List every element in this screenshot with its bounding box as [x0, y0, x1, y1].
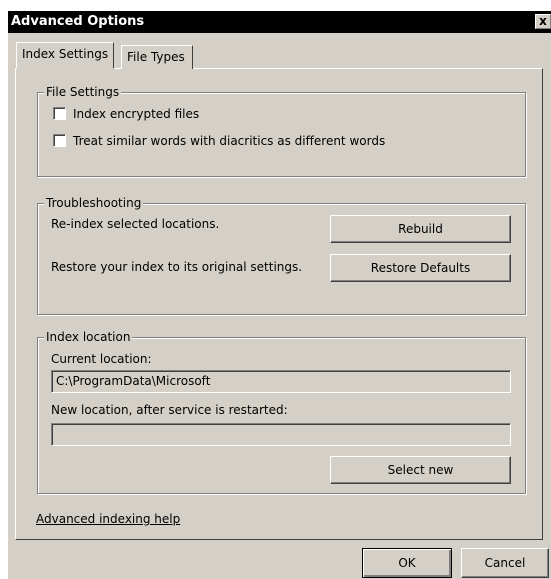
- close-button[interactable]: x: [535, 14, 551, 29]
- tab-index-settings[interactable]: Index Settings: [16, 42, 115, 69]
- tab-panel: [15, 68, 543, 540]
- close-icon: x: [539, 14, 547, 28]
- tab-label: Index Settings: [22, 47, 109, 61]
- cancel-button[interactable]: Cancel: [461, 548, 549, 578]
- title-bar: Advanced Options x: [8, 11, 551, 33]
- tab-file-types[interactable]: File Types: [121, 45, 193, 69]
- tab-label: File Types: [127, 50, 185, 64]
- window-title: Advanced Options: [11, 14, 145, 29]
- ok-button[interactable]: OK: [362, 548, 452, 578]
